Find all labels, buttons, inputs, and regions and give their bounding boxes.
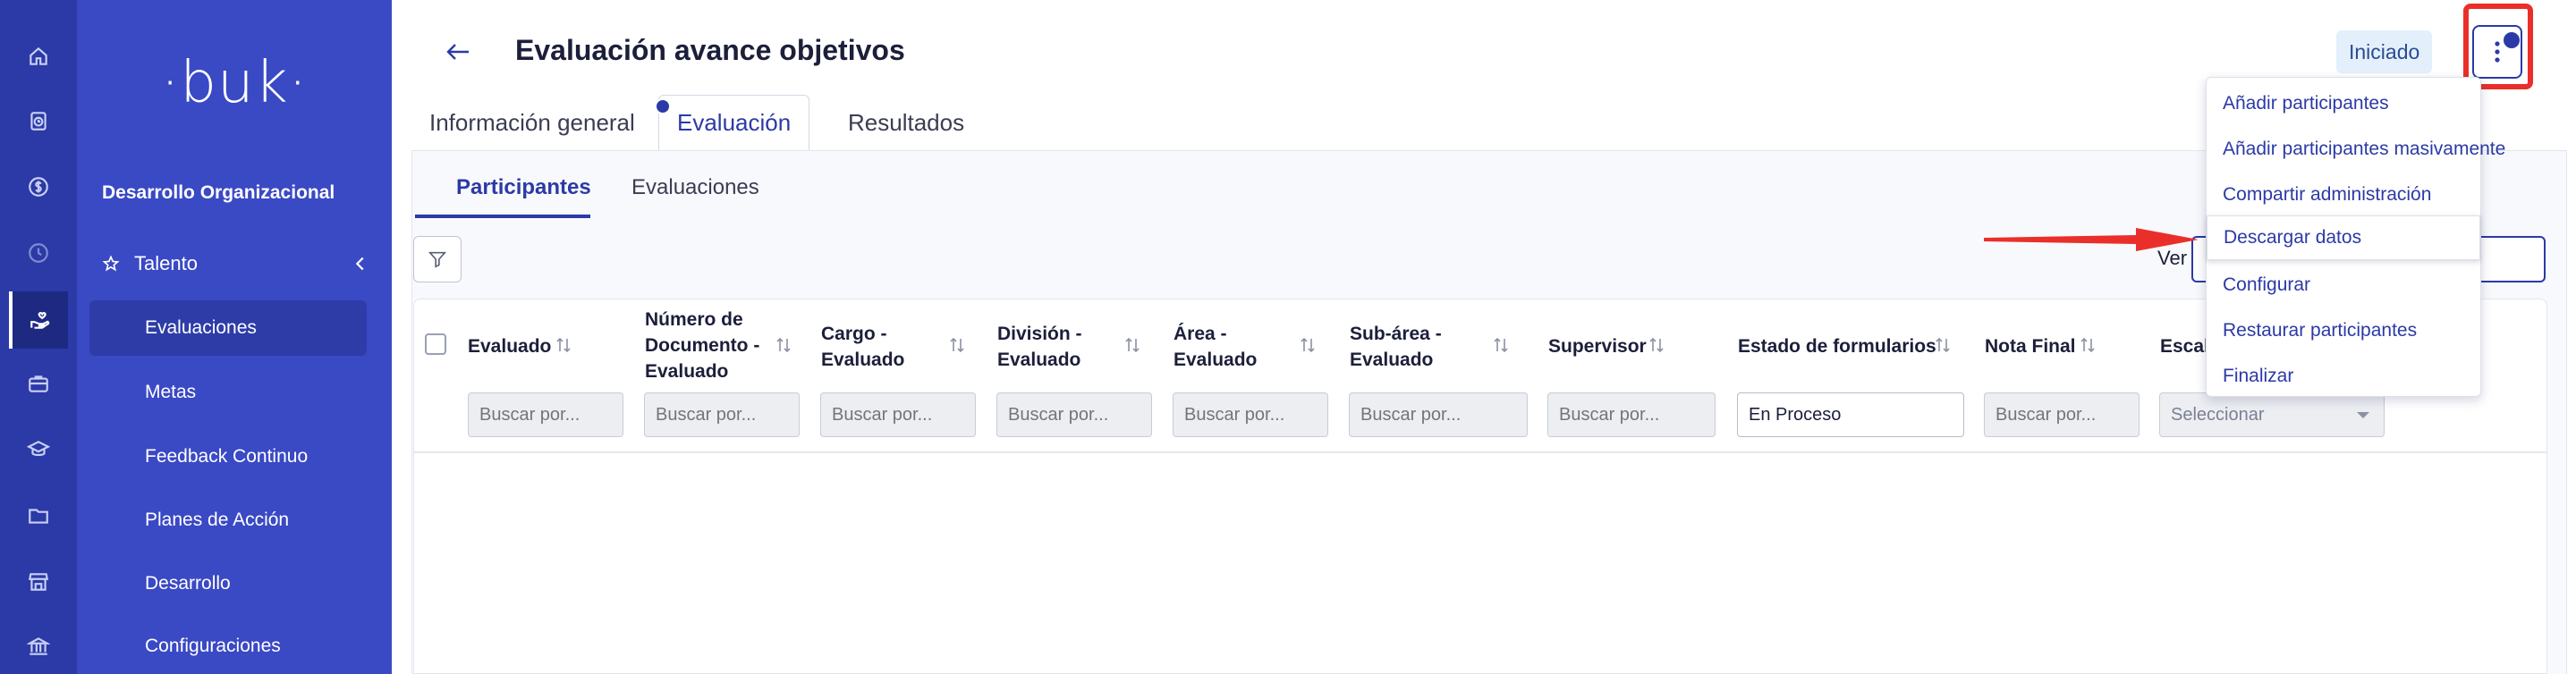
subtab-participantes[interactable]: Participantes <box>456 175 591 200</box>
sort-icon[interactable] <box>2080 335 2096 355</box>
escala-select[interactable]: Seleccionar <box>2159 392 2385 437</box>
star-icon <box>102 255 120 272</box>
tab-informacion-general[interactable]: Información general <box>429 95 635 150</box>
search-input-numero-documento[interactable] <box>644 392 800 437</box>
sidebar-item-label: Feedback Continuo <box>145 446 309 467</box>
folder-icon[interactable] <box>27 504 50 527</box>
icon-rail <box>0 0 77 674</box>
tab-notification-dot <box>655 98 671 114</box>
search-input-area[interactable] <box>1173 392 1328 437</box>
subtab-active-indicator <box>415 215 590 218</box>
menu-item-restaurar-participantes[interactable]: Restaurar participantes <box>2207 308 2480 353</box>
column-header-nota-final[interactable]: Nota Final <box>1985 333 2076 359</box>
status-badge: Iniciado <box>2336 30 2433 73</box>
menu-item-compartir-administracion[interactable]: Compartir administración <box>2207 173 2480 217</box>
search-input-nota-final[interactable] <box>1984 392 2140 437</box>
sort-icon[interactable] <box>949 335 965 355</box>
sidebar-section-label: Talento <box>134 252 198 274</box>
clipboard-clock-icon[interactable] <box>27 109 50 132</box>
tab-evaluacion[interactable]: Evaluación <box>658 95 810 150</box>
dollar-icon[interactable] <box>27 175 50 198</box>
more-options-menu: Añadir participantes Añadir participante… <box>2206 77 2505 399</box>
sort-icon[interactable] <box>1493 335 1509 355</box>
sidebar-item-label: Planes de Acción <box>145 510 290 530</box>
sort-icon[interactable] <box>1300 335 1316 355</box>
sidebar-item-planes-de-accion[interactable]: Planes de Acción <box>89 493 367 548</box>
sidebar-item-label: Evaluaciones <box>145 317 257 338</box>
annotation-arrow-icon <box>1984 228 2199 251</box>
escala-select-value: Seleccionar <box>2171 404 2265 425</box>
sort-icon[interactable] <box>775 335 792 355</box>
search-input-evaluado[interactable] <box>468 392 623 437</box>
sidebar-item-metas[interactable]: Metas <box>89 365 367 420</box>
caret-down-icon <box>2357 412 2369 418</box>
sort-icon[interactable] <box>1124 335 1140 355</box>
tab-resultados[interactable]: Resultados <box>848 95 964 150</box>
search-input-sub-area[interactable] <box>1349 392 1528 437</box>
briefcase-icon[interactable] <box>27 372 50 395</box>
graduation-cap-icon[interactable] <box>27 438 50 461</box>
menu-item-descargar-datos[interactable]: Descargar datos <box>2207 215 2480 260</box>
column-header-evaluado[interactable]: Evaluado <box>468 333 551 359</box>
notification-dot <box>2504 32 2520 48</box>
menu-item-anadir-masivamente[interactable]: Añadir participantes masivamente <box>2207 127 2505 172</box>
menu-item-configurar[interactable]: Configurar <box>2207 263 2480 308</box>
talent-hand-heart-icon[interactable] <box>9 291 68 349</box>
sidebar-item-desarrollo[interactable]: Desarrollo <box>89 556 367 611</box>
back-arrow-icon[interactable] <box>445 41 470 63</box>
sidebar-item-feedback-continuo[interactable]: Feedback Continuo <box>89 429 367 484</box>
sidebar-item-label: Configuraciones <box>145 636 281 656</box>
sidebar-item-configuraciones[interactable]: Configuraciones <box>89 619 367 674</box>
sidebar-item-label: Metas <box>145 382 197 402</box>
subtab-evaluaciones[interactable]: Evaluaciones <box>631 175 759 200</box>
org-title: Desarrollo Organizacional <box>102 182 335 203</box>
column-header-cargo[interactable]: Cargo - Evaluado <box>821 321 919 373</box>
column-header-division[interactable]: División - Evaluado <box>997 321 1096 373</box>
menu-item-finalizar[interactable]: Finalizar <box>2207 354 2480 399</box>
sort-icon[interactable] <box>1648 335 1665 355</box>
filter-icon <box>428 251 447 268</box>
buk-logo: ·buk· <box>161 50 308 116</box>
sidebar: ·buk· Desarrollo Organizacional Talento … <box>77 0 392 674</box>
select-all-checkbox[interactable] <box>425 333 446 355</box>
search-input-supervisor[interactable] <box>1547 392 1716 437</box>
column-header-numero-documento[interactable]: Número de Documento - Evaluado <box>645 307 770 384</box>
column-header-sub-area[interactable]: Sub-área - Evaluado <box>1350 321 1457 373</box>
column-header-area[interactable]: Área - Evaluado <box>1174 321 1272 373</box>
store-icon[interactable] <box>27 570 50 594</box>
estado-formularios-input[interactable] <box>1737 392 1964 437</box>
home-icon[interactable] <box>27 45 50 68</box>
kebab-icon <box>2495 41 2500 63</box>
filter-button[interactable] <box>413 236 462 282</box>
sidebar-item-evaluaciones[interactable]: Evaluaciones <box>89 300 367 356</box>
page-title: Evaluación avance objetivos <box>515 34 905 66</box>
sidebar-item-label: Desarrollo <box>145 573 231 594</box>
sort-icon[interactable] <box>1935 335 1951 355</box>
column-header-estado-formularios[interactable]: Estado de formularios <box>1738 333 1936 359</box>
clock-icon[interactable] <box>27 241 50 265</box>
chevron-left-icon[interactable] <box>351 254 370 274</box>
sidebar-section-talento[interactable]: Talento <box>102 249 370 279</box>
sort-icon[interactable] <box>555 335 572 355</box>
search-input-division[interactable] <box>996 392 1152 437</box>
menu-item-anadir-participantes[interactable]: Añadir participantes <box>2207 81 2480 126</box>
column-header-supervisor[interactable]: Supervisor <box>1548 333 1647 359</box>
table-header-divider <box>414 451 2546 453</box>
search-input-cargo[interactable] <box>820 392 976 437</box>
bank-icon[interactable] <box>27 635 50 658</box>
